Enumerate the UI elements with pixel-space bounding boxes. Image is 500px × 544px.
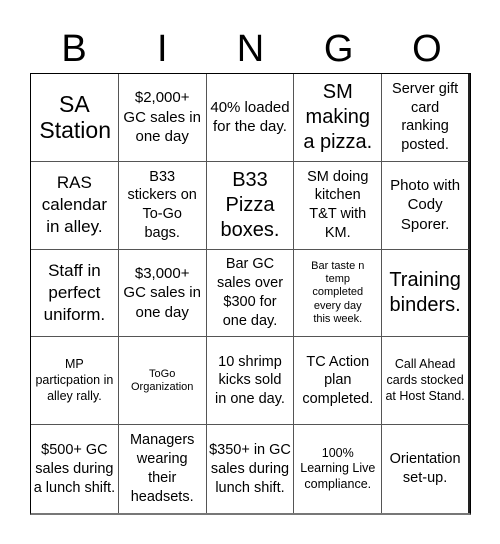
cell-text: SM doing kitchen T&T with KM. [307, 168, 369, 242]
bingo-cell[interactable]: 10 shrimp kicks sold in one day. [206, 337, 295, 426]
bingo-cell[interactable]: B33 stickers on To-Go bags. [118, 161, 207, 250]
header-letter-g: G [323, 28, 354, 70]
bingo-cell[interactable]: Photo with Cody Sporer. [382, 161, 470, 250]
bingo-cell[interactable]: Server gift card ranking posted. [382, 74, 470, 162]
cell-text: B33 stickers on To-Go bags. [127, 168, 197, 242]
cell-text: 10 shrimp kicks sold in one day. [215, 353, 285, 408]
cell-text: Bar GC sales over $300 for one day. [216, 256, 284, 329]
bingo-card: SA Station $2,000+ GC sales in one day 4… [30, 73, 471, 515]
bingo-cell[interactable]: RAS calendar in alley. [31, 161, 119, 250]
bingo-cell[interactable]: TC Action plan completed. [294, 337, 383, 426]
header-letter-b: B [61, 28, 87, 70]
bingo-cell[interactable]: 40% loaded for the day. [206, 74, 295, 162]
bingo-cell[interactable]: MP particpation in alley rally. [31, 337, 119, 426]
bingo-cell[interactable]: Training binders. [382, 249, 470, 338]
cell-text: Staff in perfect uniform. [43, 260, 106, 325]
cell-text: Training binders. [389, 268, 461, 316]
cell-text: $2,000+ GC sales in one day [123, 89, 201, 146]
bingo-cell[interactable]: Bar GC sales over $300 for one day. [206, 249, 295, 338]
cell-text: TC Action plan completed. [302, 353, 374, 408]
bingo-cell[interactable]: ToGo Organization [118, 337, 207, 426]
bingo-cell[interactable]: Staff in perfect uniform. [31, 249, 119, 338]
bingo-cell[interactable]: SM doing kitchen T&T with KM. [294, 161, 383, 250]
bingo-cell[interactable]: SM making a pizza. [294, 74, 383, 162]
bingo-cell[interactable]: 100% Learning Live compliance. [294, 425, 383, 513]
cell-text: SA Station [39, 90, 111, 144]
header-letter-o: O [412, 28, 442, 70]
cell-text: Photo with Cody Sporer. [390, 176, 461, 233]
cell-text: RAS calendar in alley. [41, 173, 107, 237]
bingo-cell[interactable]: $350+ in GC sales during lunch shift. [207, 425, 295, 513]
bingo-cell[interactable]: $500+ GC sales during a lunch shift. [31, 425, 119, 513]
cell-text: $350+ in GC sales during lunch shift. [209, 441, 291, 496]
header-letter-n: N [236, 28, 265, 70]
bingo-cell[interactable]: Orientation set-up. [382, 425, 470, 513]
bingo-cell[interactable]: SA Station [31, 74, 119, 162]
bingo-header: B I N G O [30, 25, 471, 73]
bingo-cell[interactable]: Managers wearing their headsets. [119, 425, 207, 513]
cell-text: $500+ GC sales during a lunch shift. [33, 441, 116, 496]
cell-text: Orientation set-up. [389, 451, 461, 487]
cell-text: MP particpation in alley rally. [35, 357, 114, 403]
cell-text: SM making a pizza. [303, 80, 373, 153]
bingo-cell[interactable]: $2,000+ GC sales in one day [118, 74, 207, 162]
cell-text: Bar taste n temp completed every day thi… [311, 260, 365, 325]
cell-text: Managers wearing their headsets. [129, 432, 195, 505]
bingo-cell[interactable]: $3,000+ GC sales in one day [118, 249, 207, 338]
cell-text: B33 Pizza boxes. [220, 168, 280, 241]
bingo-cell[interactable]: Bar taste n temp completed every day thi… [294, 249, 383, 338]
cell-text: ToGo Organization [131, 367, 194, 393]
bingo-cell[interactable]: Call Ahead cards stocked at Host Stand. [382, 337, 470, 426]
cell-text: $3,000+ GC sales in one day [123, 264, 201, 321]
cell-text: Server gift card ranking posted. [392, 80, 459, 154]
bingo-cell[interactable]: B33 Pizza boxes. [206, 161, 295, 250]
cell-text: 100% Learning Live compliance. [300, 445, 376, 491]
cell-text: Call Ahead cards stocked at Host Stand. [385, 357, 465, 403]
cell-text: 40% loaded for the day. [210, 98, 290, 136]
header-letter-i: I [157, 28, 168, 70]
